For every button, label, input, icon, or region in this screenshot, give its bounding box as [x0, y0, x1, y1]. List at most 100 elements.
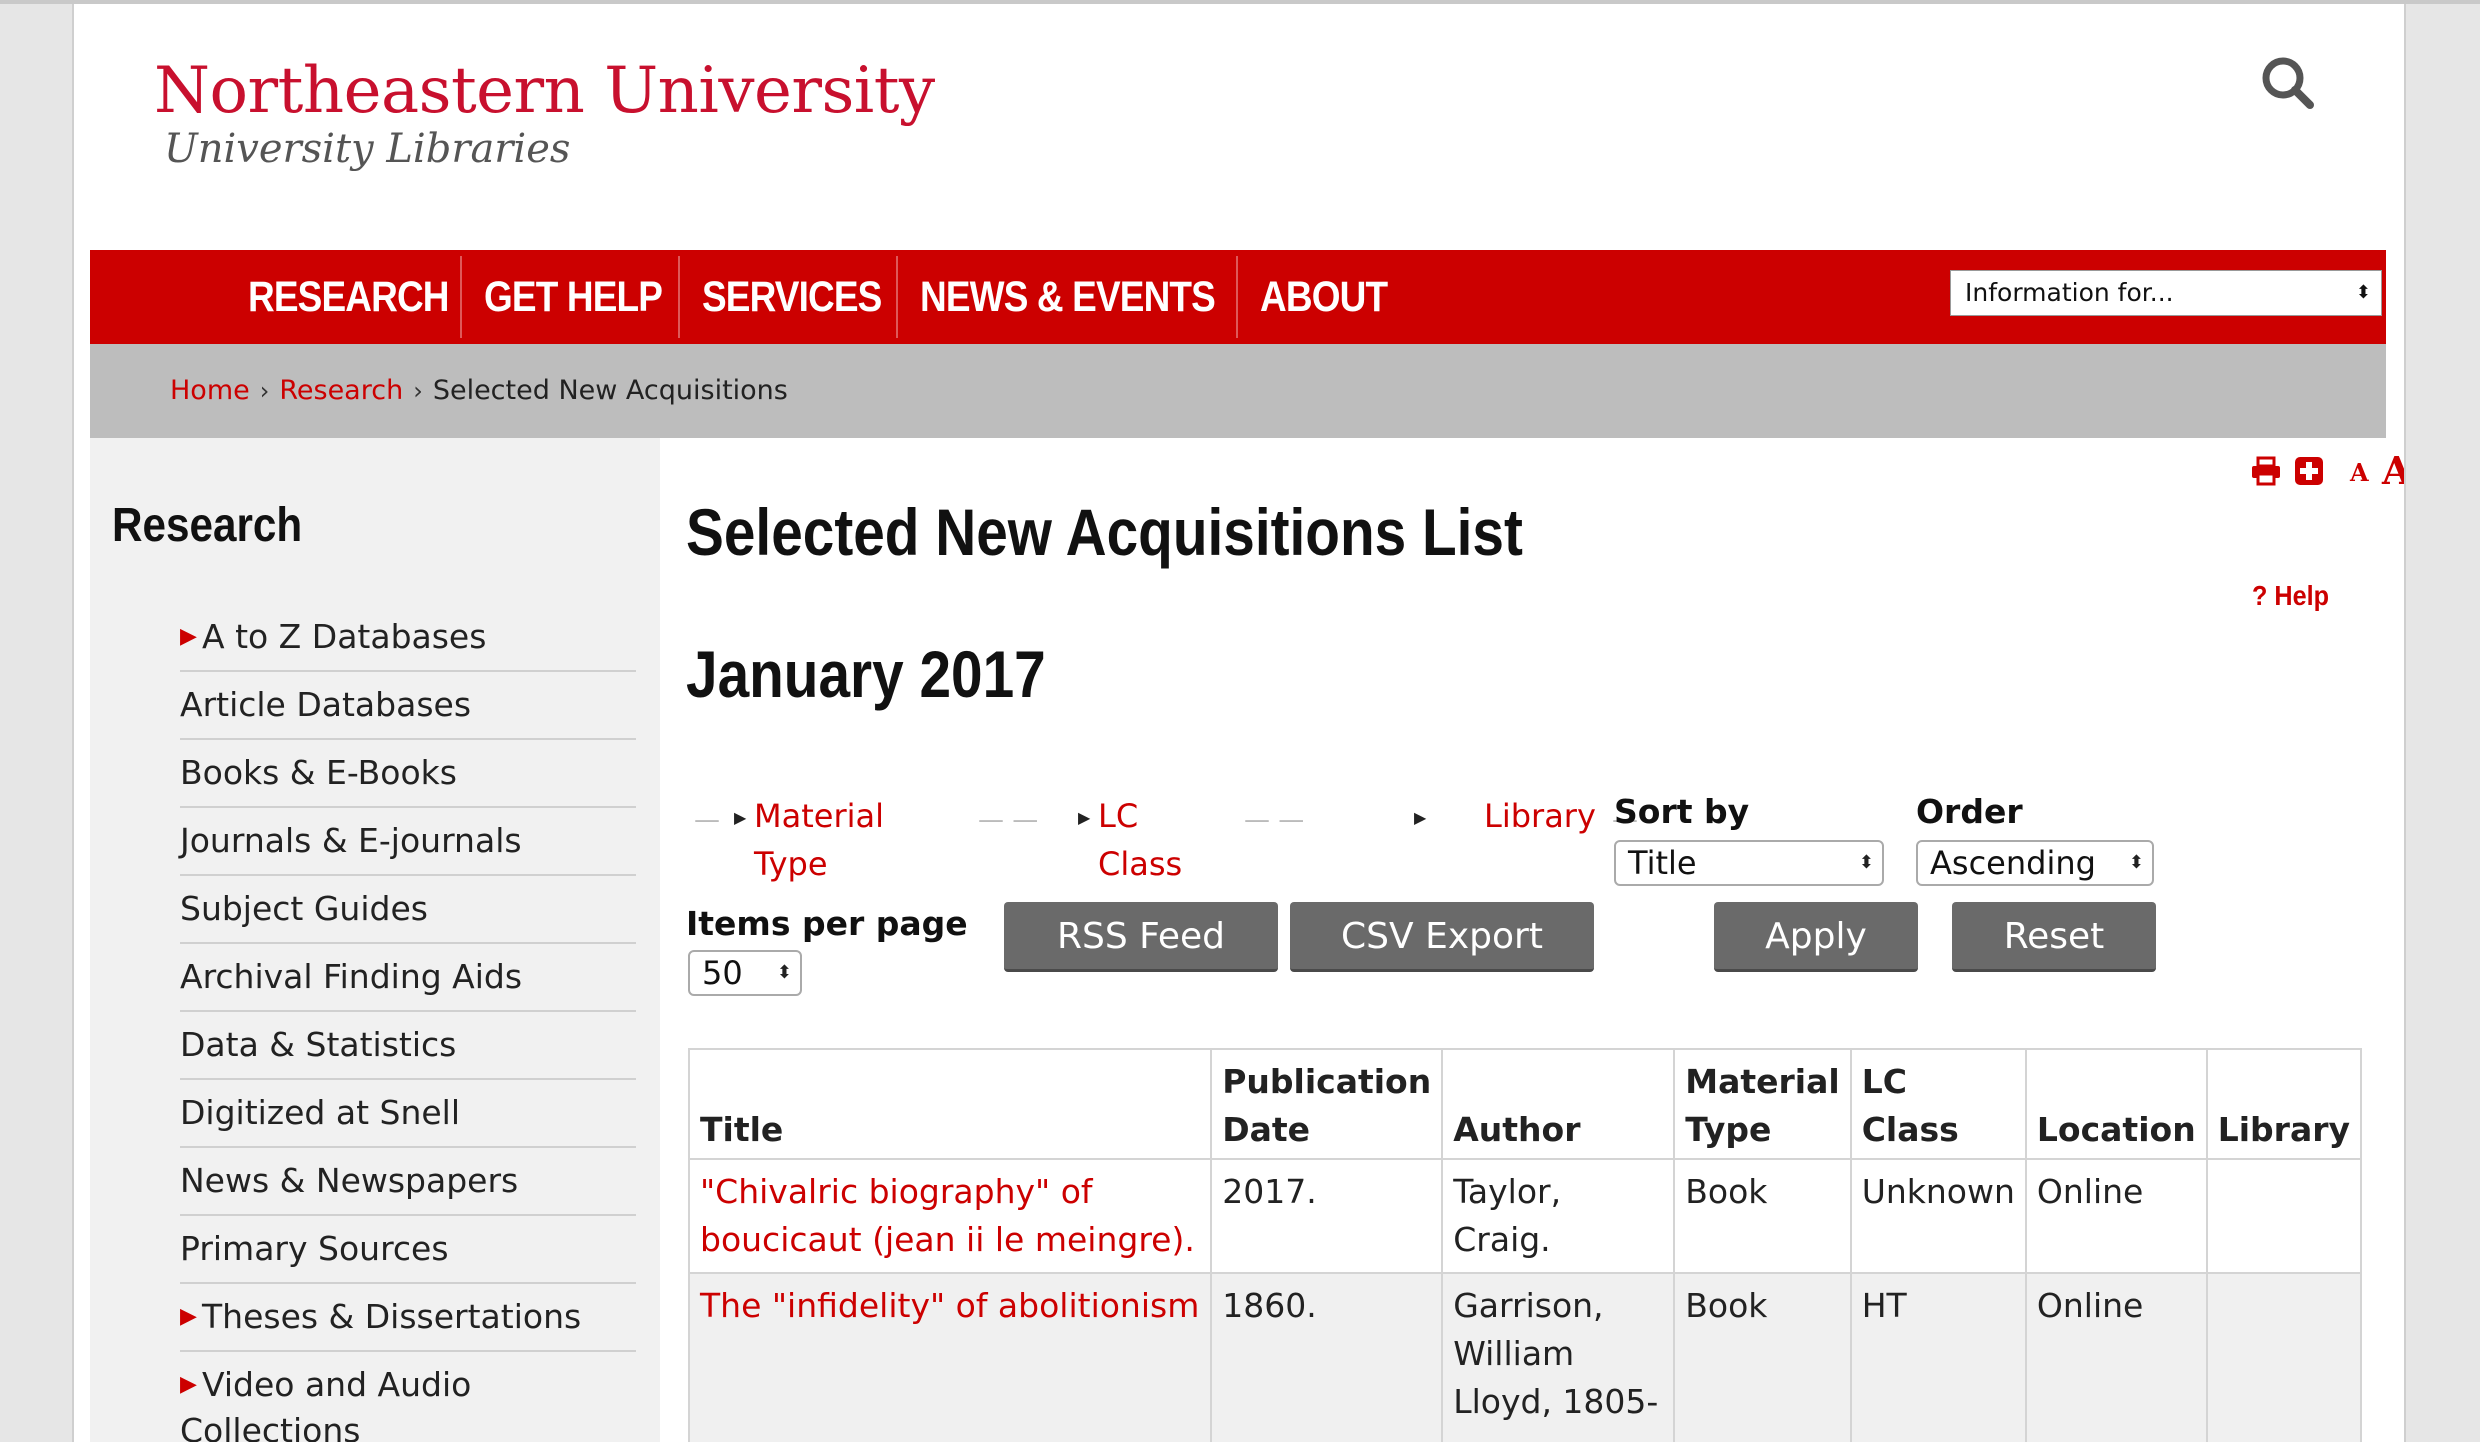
font-size-small-button[interactable]: A: [2350, 458, 2369, 487]
breadcrumb-home[interactable]: Home: [170, 375, 250, 406]
order-label: Order: [1916, 792, 2023, 831]
sidebar-title: Research: [112, 499, 303, 552]
sidebar-item-journals[interactable]: Journals & E-journals: [180, 808, 636, 876]
sidebar-item-data-statistics[interactable]: Data & Statistics: [180, 1012, 636, 1080]
logo-university-libraries[interactable]: University Libraries: [164, 126, 570, 172]
nav-item-get-help[interactable]: GET HELP: [484, 250, 663, 344]
information-for-select[interactable]: Information for... ⬍: [1950, 270, 2382, 316]
sidebar-item-label: Digitized at Snell: [180, 1093, 461, 1132]
select-arrows-icon: ⬍: [1858, 852, 1874, 873]
sidebar-item-a-to-z-databases[interactable]: ▶ A to Z Databases: [180, 604, 636, 672]
rss-feed-button[interactable]: RSS Feed: [1004, 902, 1278, 972]
nav-item-about[interactable]: ABOUT: [1260, 250, 1388, 344]
print-icon[interactable]: [2250, 456, 2282, 490]
sidebar-item-label: Primary Sources: [180, 1229, 449, 1268]
page-title: Selected New Acquisitions List: [686, 495, 1523, 569]
logo-northeastern[interactable]: Northeastern University: [154, 54, 935, 128]
reset-button[interactable]: Reset: [1952, 902, 2156, 972]
sidebar-item-subject-guides[interactable]: Subject Guides: [180, 876, 636, 944]
sidebar-item-label: Article Databases: [180, 685, 472, 724]
table-row: "Chivalric biography" of boucicaut (jean …: [687, 1158, 2363, 1274]
nav-item-research[interactable]: RESEARCH: [248, 250, 450, 344]
filter-dash: —: [694, 805, 720, 835]
title-link[interactable]: "Chivalric biography" of boucicaut (jean …: [700, 1172, 1195, 1259]
main-nav: RESEARCH GET HELP SERVICES NEWS & EVENTS…: [90, 250, 2386, 344]
cell-library: [2205, 1272, 2363, 1442]
expand-triangle-icon: ▶: [180, 1372, 197, 1397]
header-label: Library: [2217, 1110, 2350, 1149]
column-header-location[interactable]: Location: [2024, 1048, 2208, 1160]
column-header-lc-class[interactable]: LC Class: [1849, 1048, 2027, 1160]
sidebar-item-primary-sources[interactable]: Primary Sources: [180, 1216, 636, 1284]
material-type-filter[interactable]: — ▶ Material Type — —: [688, 792, 1038, 888]
sidebar-item-label: Video and Audio Collections: [180, 1365, 472, 1442]
select-arrows-icon: ⬍: [2355, 282, 2371, 303]
add-share-icon[interactable]: [2294, 456, 2324, 490]
nav-item-news-events[interactable]: NEWS & EVENTS: [920, 250, 1216, 344]
sidebar-item-video-audio[interactable]: ▶ Video and Audio Collections: [180, 1352, 636, 1442]
nav-divider: [1236, 256, 1238, 338]
column-header-library[interactable]: Library: [2205, 1048, 2363, 1160]
cell-author: Taylor, Craig.: [1441, 1158, 1676, 1274]
sidebar-item-label: Subject Guides: [180, 889, 428, 928]
items-per-page-label: Items per page: [686, 904, 968, 943]
header-label: Author: [1453, 1110, 1581, 1149]
filter-dash: — —: [1244, 805, 1305, 835]
order-select[interactable]: Ascending ⬍: [1916, 840, 2154, 886]
sidebar-item-label: News & Newspapers: [180, 1161, 519, 1200]
nav-divider: [460, 256, 462, 338]
sidebar-item-label: Theses & Dissertations: [202, 1297, 582, 1336]
column-header-material-type[interactable]: Material Type: [1673, 1048, 1852, 1160]
expand-triangle-icon: ▶: [180, 624, 197, 649]
select-arrows-icon: ⬍: [2128, 852, 2144, 873]
breadcrumb: Home › Research › Selected New Acquisitions: [90, 344, 2386, 438]
header-label: Location: [2036, 1110, 2196, 1149]
csv-export-button[interactable]: CSV Export: [1290, 902, 1594, 972]
sidebar-item-books-ebooks[interactable]: Books & E-Books: [180, 740, 636, 808]
sort-by-value: Title: [1628, 844, 1697, 882]
sidebar-item-article-databases[interactable]: Article Databases: [180, 672, 636, 740]
apply-button[interactable]: Apply: [1714, 902, 1918, 972]
font-size-large-button[interactable]: A: [2382, 448, 2404, 493]
lc-class-filter[interactable]: ▶ LC Class — —: [1060, 792, 1304, 888]
breadcrumb-research[interactable]: Research: [279, 375, 403, 406]
sidebar-item-label: A to Z Databases: [202, 617, 487, 656]
acquisitions-table: Title Publication Date Author Material Typ…: [687, 1048, 2363, 1442]
cell-library: [2205, 1158, 2363, 1274]
library-label: Library: [1484, 797, 1596, 835]
lc-class-label-2: Class: [1098, 845, 1183, 883]
filter-toggle-icon: ▶: [1078, 808, 1091, 827]
cell-lc-class: HT: [1849, 1272, 2027, 1442]
sidebar-item-news-newspapers[interactable]: News & Newspapers: [180, 1148, 636, 1216]
filter-toggle-icon: ▶: [1414, 808, 1427, 827]
help-link[interactable]: ? Help: [2252, 580, 2329, 612]
nav-item-services[interactable]: SERVICES: [702, 250, 882, 344]
filter-dash: — —: [978, 805, 1039, 835]
breadcrumb-separator: ›: [259, 377, 270, 405]
title-link[interactable]: The "infidelity" of abolitionism: [700, 1286, 1199, 1325]
cell-lc-class: Unknown: [1849, 1158, 2027, 1274]
information-for-value: Information for...: [1965, 278, 2174, 307]
column-header-author[interactable]: Author: [1441, 1048, 1676, 1160]
search-icon[interactable]: [2254, 49, 2324, 119]
sidebar-item-digitized-at-snell[interactable]: Digitized at Snell: [180, 1080, 636, 1148]
items-per-page-select[interactable]: 50 ⬍: [688, 950, 802, 996]
expand-triangle-icon: ▶: [180, 1304, 197, 1329]
cell-location: Online: [2024, 1272, 2208, 1442]
column-header-title[interactable]: Title: [687, 1048, 1213, 1160]
sidebar-item-archival-finding-aids[interactable]: Archival Finding Aids: [180, 944, 636, 1012]
sidebar-item-label: Data & Statistics: [180, 1025, 457, 1064]
sidebar-item-label: Archival Finding Aids: [180, 957, 523, 996]
sort-by-select[interactable]: Title ⬍: [1614, 840, 1884, 886]
header-label: LC Class: [1861, 1062, 1959, 1149]
breadcrumb-current: Selected New Acquisitions: [432, 375, 788, 406]
sidebar-item-theses-dissertations[interactable]: ▶ Theses & Dissertations: [180, 1284, 636, 1352]
cell-title: The "infidelity" of abolitionism: [687, 1272, 1213, 1442]
lc-class-label-1: LC: [1098, 797, 1139, 835]
table-header-row: Title Publication Date Author Material Typ…: [687, 1048, 2363, 1160]
column-header-publication-date[interactable]: Publication Date: [1210, 1048, 1444, 1160]
material-type-label-1: Material: [754, 797, 884, 835]
header-label: Publication: [1222, 1062, 1432, 1101]
cell-material-type: Book: [1673, 1272, 1852, 1442]
header-label: Type: [1685, 1110, 1772, 1149]
